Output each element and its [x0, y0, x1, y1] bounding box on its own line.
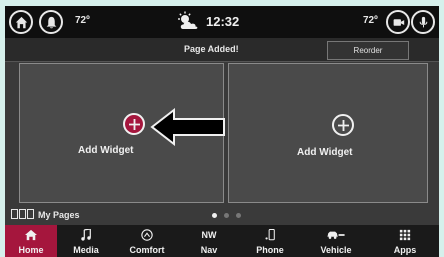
- pages-bar: My Pages: [5, 205, 439, 225]
- driver-temperature[interactable]: 72º: [75, 15, 90, 26]
- home-icon: [25, 229, 37, 241]
- compass-icon: NW: [201, 230, 217, 240]
- page-indicator-dot[interactable]: [236, 213, 241, 218]
- nav-item-comfort[interactable]: Comfort: [115, 225, 179, 257]
- add-widget-button[interactable]: [123, 113, 145, 135]
- add-widget-button[interactable]: [332, 114, 354, 136]
- comfort-icon: [141, 229, 153, 241]
- status-bar: 72º 12:32 72º: [5, 6, 439, 38]
- nav-item-phone[interactable]: Phone: [239, 225, 301, 257]
- add-widget-label: Add Widget: [297, 147, 353, 158]
- video-camera-icon: [393, 18, 404, 26]
- infotainment-screen: 72º 12:32 72º Page Added! Reorder Add Wi…: [5, 6, 439, 257]
- apps-grid-icon: [399, 229, 411, 241]
- nav-item-home[interactable]: Home: [5, 225, 57, 257]
- widget-slot-left[interactable]: Add Widget: [19, 63, 225, 203]
- pointer-arrow-icon: [150, 108, 225, 146]
- partly-cloudy-icon: [178, 11, 198, 29]
- page-icon: [11, 209, 18, 219]
- my-pages-label[interactable]: My Pages: [38, 210, 80, 220]
- page-icon: [19, 209, 26, 219]
- page-indicator-dot[interactable]: [212, 213, 217, 218]
- nav-item-vehicle[interactable]: Vehicle: [301, 225, 371, 257]
- page-indicator-dot[interactable]: [224, 213, 229, 218]
- voice-button[interactable]: [411, 10, 435, 34]
- time-display: 12:32: [206, 13, 240, 29]
- passenger-temperature[interactable]: 72º: [363, 15, 378, 26]
- nav-item-apps[interactable]: Apps: [371, 225, 439, 257]
- page-icon: [27, 209, 34, 219]
- microphone-icon: [419, 16, 427, 27]
- vehicle-icon: [327, 231, 345, 239]
- notifications-button[interactable]: [39, 10, 63, 34]
- camera-button[interactable]: [386, 10, 410, 34]
- notification-message: Page Added!: [184, 44, 239, 54]
- my-pages-button[interactable]: [11, 209, 34, 219]
- widget-slot-right[interactable]: Add Widget: [228, 63, 428, 203]
- nav-item-media[interactable]: Media: [57, 225, 115, 257]
- plus-icon: [337, 119, 349, 131]
- bottom-navigation: Home Media Comfort NW Nav Phone Vehicle: [5, 225, 439, 257]
- nav-item-nav[interactable]: NW Nav: [179, 225, 239, 257]
- music-note-icon: [81, 229, 91, 241]
- phone-icon: [265, 229, 275, 241]
- bell-icon: [46, 16, 56, 28]
- home-icon: [15, 16, 27, 28]
- reorder-button[interactable]: Reorder: [327, 41, 409, 60]
- clock: 12:32: [174, 11, 239, 31]
- home-button[interactable]: [9, 10, 33, 34]
- notification-bar: Page Added! Reorder: [5, 38, 439, 62]
- add-widget-label: Add Widget: [78, 145, 134, 156]
- plus-icon: [128, 118, 140, 130]
